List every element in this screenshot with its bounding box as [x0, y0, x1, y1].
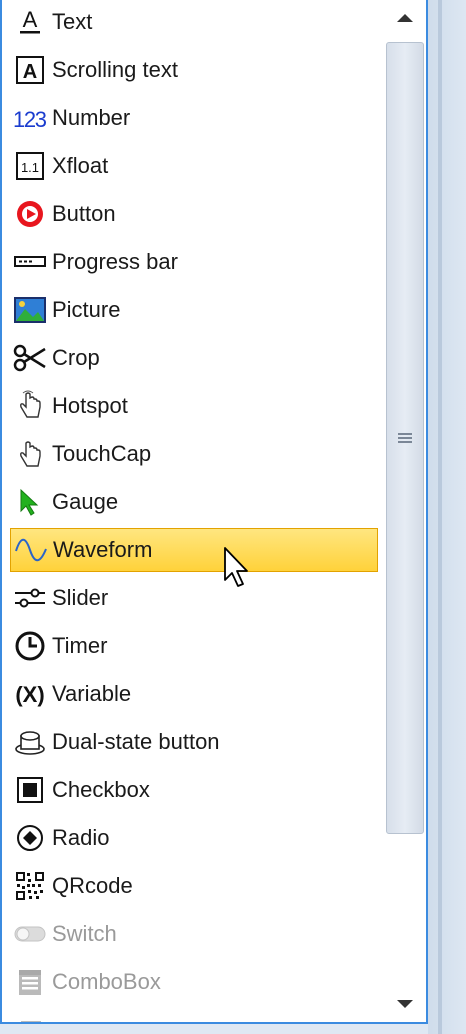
svg-text:(X): (X) — [15, 682, 44, 707]
toolbox-item-qrcode[interactable]: QRcode — [10, 864, 378, 908]
toolbox-item-gauge[interactable]: Gauge — [10, 480, 378, 524]
toolbox-item-label: Xfloat — [52, 153, 109, 178]
toolbox-item-variable[interactable]: (X) Variable — [10, 672, 378, 716]
toolbox-item-radio[interactable]: Radio — [10, 816, 378, 860]
toolbox-item-label: Progress bar — [52, 249, 178, 274]
scroll-down-button[interactable] — [382, 986, 426, 1022]
toolbox-item-label: Waveform — [53, 537, 153, 562]
vertical-scrollbar[interactable] — [382, 0, 426, 1022]
toolbox-item-number[interactable]: 123 Number — [10, 96, 378, 140]
toolbox-item-label: TouchCap — [52, 441, 152, 466]
text-a-icon: A — [12, 5, 48, 39]
toolbox-item-label: Text — [52, 9, 93, 34]
chevron-down-icon — [397, 1000, 413, 1008]
hand-pointer-icon — [12, 389, 48, 423]
clock-icon — [12, 629, 48, 663]
slider-icon — [12, 581, 48, 615]
mouse-pointer-icon — [224, 547, 248, 587]
number-123-icon: 123 — [12, 101, 48, 135]
toolbox-item-label: Scrolling text — [52, 57, 178, 82]
toolbox-item-combobox[interactable]: ComboBox — [10, 960, 378, 1004]
toolbox-item-label: Hotspot — [52, 393, 128, 418]
toolbox-item-partial[interactable] — [10, 1008, 378, 1022]
toolbox-item-label: ComboBox — [52, 969, 161, 994]
toolbox-item-text[interactable]: A Text — [10, 0, 378, 44]
scrollbar-thumb[interactable] — [386, 42, 424, 834]
toolbox-item-label: Slider — [52, 585, 109, 610]
variable-icon: (X) — [12, 677, 48, 711]
radio-icon — [12, 821, 48, 855]
scissors-icon — [12, 341, 48, 375]
toolbox-item-scrolling-text[interactable]: A Scrolling text — [10, 48, 378, 92]
toolbox-item-slider[interactable]: Slider — [10, 576, 378, 620]
toolbox-item-timer[interactable]: Timer — [10, 624, 378, 668]
toolbox-item-label: Number — [52, 105, 131, 130]
toolbox-item-label: Crop — [52, 345, 100, 370]
toolbox-item-dual-state-button[interactable]: Dual-state button — [10, 720, 378, 764]
hand-touch-icon — [12, 437, 48, 471]
toolbox-item-picture[interactable]: Picture — [10, 288, 378, 332]
toolbox-item-label: Timer — [52, 633, 108, 658]
grip-icon — [398, 433, 412, 443]
svg-text:1.1: 1.1 — [21, 160, 39, 175]
partial-item-icon — [12, 1013, 48, 1022]
svg-text:123: 123 — [13, 107, 47, 132]
svg-text:A: A — [23, 7, 38, 32]
side-panel-edge — [428, 0, 466, 1034]
toolbox-item-xfloat[interactable]: 1.1 Xfloat — [10, 144, 378, 188]
chevron-up-icon — [397, 14, 413, 22]
toolbox-item-checkbox[interactable]: Checkbox — [10, 768, 378, 812]
toolbox-item-label: Radio — [52, 825, 110, 850]
toolbox-item-crop[interactable]: Crop — [10, 336, 378, 380]
toolbox-item-label: Variable — [52, 681, 132, 706]
scroll-up-button[interactable] — [382, 0, 426, 36]
switch-icon — [12, 917, 48, 951]
xfloat-icon: 1.1 — [12, 149, 48, 183]
gauge-pointer-icon — [12, 485, 48, 519]
button-play-icon — [12, 197, 48, 231]
toolbox-item-label: Picture — [52, 297, 121, 322]
toolbox-item-label: Gauge — [52, 489, 119, 514]
svg-text:A: A — [23, 61, 37, 83]
waveform-icon — [13, 533, 49, 567]
toolbox-item-label: QRcode — [52, 873, 133, 898]
toolbox-item-label: Switch — [52, 921, 117, 946]
toolbox-item-hotspot[interactable]: Hotspot — [10, 384, 378, 428]
toolbox-item-label: Checkbox — [52, 777, 150, 802]
picture-icon — [12, 293, 48, 327]
qrcode-icon — [12, 869, 48, 903]
toolbox-item-waveform[interactable]: Waveform — [10, 528, 378, 572]
toolbox-item-switch[interactable]: Switch — [10, 912, 378, 956]
toolbox-item-label: Button — [52, 201, 116, 226]
scrolling-text-icon: A — [12, 53, 48, 87]
toolbox-panel: A Text A Scrolling text 123 Number 1.1 X… — [0, 0, 428, 1024]
toolbox-item-touchcap[interactable]: TouchCap — [10, 432, 378, 476]
checkbox-icon — [12, 773, 48, 807]
combobox-icon — [12, 965, 48, 999]
dual-state-button-icon — [12, 725, 48, 759]
toolbox-item-button[interactable]: Button — [10, 192, 378, 236]
toolbox-item-label: Dual-state button — [52, 729, 220, 754]
toolbox-item-progress-bar[interactable]: Progress bar — [10, 240, 378, 284]
progress-bar-icon — [12, 245, 48, 279]
